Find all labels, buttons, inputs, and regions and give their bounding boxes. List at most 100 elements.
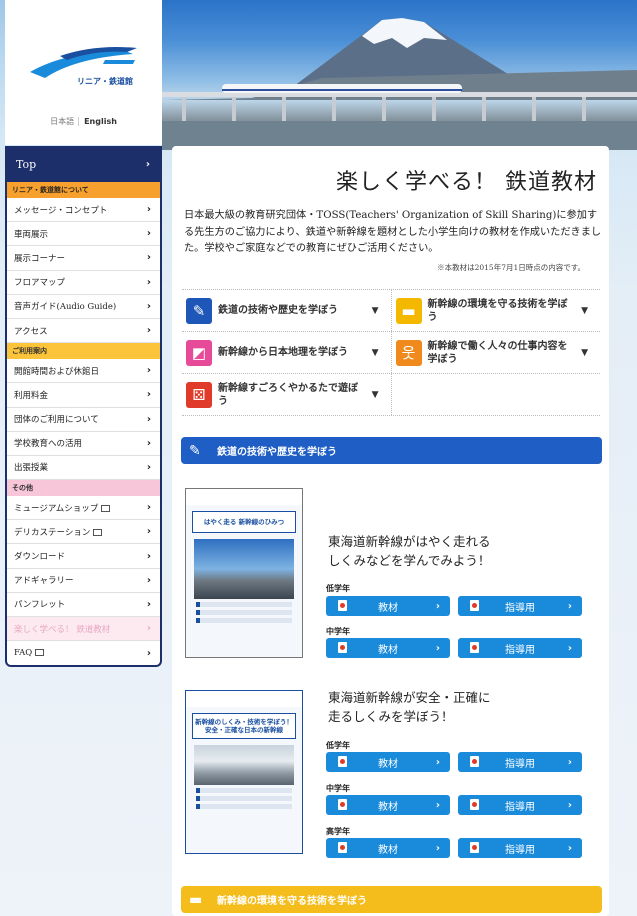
- topic-empty-cell: [390, 374, 601, 415]
- external-window-icon: [35, 649, 45, 657]
- nav-item-label: メッセージ・コンセプト: [14, 205, 108, 216]
- topic-menu: ✎ 鉄道の技術や歴史を学ぼう ▼ ▬ 新幹線の環境を守る技術を学ぼう ▼ ◩ 新…: [182, 289, 600, 416]
- nav-item-label: 学校教育への活用: [14, 439, 83, 450]
- grade-label: 高学年: [326, 827, 350, 836]
- nav-item[interactable]: 車両展示 ›: [7, 222, 160, 247]
- logo-text: リニア・鉄道館: [77, 77, 133, 86]
- description-line: 走るしくみを学ぼう！: [328, 709, 454, 724]
- button-label: 指導用: [505, 758, 535, 770]
- grade-label: 低学年: [326, 741, 350, 750]
- map-icon: ◩: [186, 339, 212, 366]
- nav-heading-other: その他: [7, 480, 160, 497]
- pdf-icon: [470, 756, 479, 767]
- material-pdf-button[interactable]: 教材 ›: [326, 795, 450, 815]
- guide-pdf-button[interactable]: 指導用 ›: [458, 752, 582, 772]
- nav-item[interactable]: FAQ ›: [7, 641, 160, 665]
- button-label: 教材: [378, 644, 398, 656]
- nav-item-label: 団体のご利用について: [14, 415, 99, 426]
- nav-item-label: 出張授業: [14, 463, 49, 474]
- chevron-right-icon: ›: [146, 502, 151, 514]
- nav-item[interactable]: 出張授業 ›: [7, 456, 160, 481]
- nav-item[interactable]: 利用料金 ›: [7, 383, 160, 408]
- nav-item[interactable]: 学校教育への活用 ›: [7, 432, 160, 456]
- dice-icon: ⚄: [186, 381, 212, 408]
- material-pdf-button[interactable]: 教材 ›: [326, 752, 450, 772]
- material-pdf-button[interactable]: 教材 ›: [326, 638, 450, 658]
- guide-pdf-button[interactable]: 指導用 ›: [458, 596, 582, 616]
- grade-label: 低学年: [326, 584, 350, 593]
- nav-item[interactable]: ミュージアムショップ ›: [7, 496, 160, 521]
- grade-label: 中学年: [326, 627, 350, 636]
- pdf-icon: [470, 600, 479, 611]
- material-thumbnail[interactable]: 新幹線のしくみ・技術を学ぼう！ 安全・正確な日本の新幹線: [185, 690, 303, 854]
- nav-heading-guide: ご利用案内: [7, 343, 160, 360]
- nav-top-label: Top: [16, 157, 37, 171]
- chevron-right-icon: ›: [146, 623, 151, 635]
- thumbnail-title: はやく走る 新幹線のひみつ: [192, 511, 296, 533]
- chevron-right-icon: ›: [567, 842, 572, 854]
- nav-top-link[interactable]: Top ›: [7, 146, 160, 182]
- pdf-icon: [338, 600, 347, 611]
- topic-label: 新幹線すごろくやかるたで遊ぼう: [218, 382, 358, 407]
- chevron-right-icon: ›: [146, 365, 151, 377]
- section-title: 鉄道の技術や歴史を学ぼう: [217, 447, 337, 458]
- nav-item-current[interactable]: 楽しく学べる！ 鉄道教材 ›: [7, 617, 160, 642]
- side-navigation: Top › リニア・鉄道館について メッセージ・コンセプト › 車両展示 › 展示コー…: [5, 146, 162, 668]
- material-pdf-button[interactable]: 教材 ›: [326, 596, 450, 616]
- material-thumbnail[interactable]: はやく走る 新幹線のひみつ: [185, 488, 303, 658]
- nav-item[interactable]: デリカステーション ›: [7, 520, 160, 545]
- thumbnail-header: [186, 489, 302, 505]
- material-pdf-button[interactable]: 教材 ›: [326, 838, 450, 858]
- guide-pdf-button[interactable]: 指導用 ›: [458, 795, 582, 815]
- button-label: 指導用: [505, 602, 535, 614]
- nav-item[interactable]: メッセージ・コンセプト ›: [7, 198, 160, 223]
- lang-english-link[interactable]: English: [78, 117, 117, 126]
- chevron-right-icon: ›: [146, 228, 151, 240]
- nav-item[interactable]: 開館時間および休館日 ›: [7, 359, 160, 384]
- nav-item[interactable]: アドギャラリー ›: [7, 569, 160, 593]
- intro-text: 日本最大級の教育研究団体・TOSS(Teachers' Organization…: [184, 210, 602, 254]
- nav-item-label: アドギャラリー: [14, 576, 74, 587]
- nav-item[interactable]: 音声ガイド(Audio Guide) ›: [7, 295, 160, 319]
- button-label: 指導用: [505, 801, 535, 813]
- external-window-icon: [101, 504, 111, 512]
- button-label: 指導用: [505, 644, 535, 656]
- thumbnail-line: [196, 618, 292, 623]
- nav-item[interactable]: アクセス ›: [7, 319, 160, 344]
- chevron-down-icon: ▼: [581, 347, 588, 358]
- chevron-right-icon: ›: [145, 158, 150, 170]
- pdf-icon: [338, 642, 347, 653]
- guide-pdf-button[interactable]: 指導用 ›: [458, 638, 582, 658]
- nav-item[interactable]: パンフレット ›: [7, 593, 160, 617]
- description-line: 東海道新幹線がはやく走れる: [328, 534, 491, 549]
- nav-item[interactable]: ダウンロード ›: [7, 544, 160, 569]
- language-switch: 日本語 English: [5, 116, 162, 127]
- topic-link-geo[interactable]: ◩ 新幹線から日本地理を学ぼう ▼: [182, 332, 391, 373]
- nav-item[interactable]: 団体のご利用について ›: [7, 408, 160, 432]
- topic-link-work[interactable]: 웃 新幹線で働く人々の仕事内容を学ぼう ▼: [390, 332, 601, 373]
- topic-link-game[interactable]: ⚄ 新幹線すごろくやかるたで遊ぼう ▼: [182, 374, 391, 415]
- chevron-down-icon: ▼: [581, 305, 588, 316]
- nav-item[interactable]: フロアマップ ›: [7, 271, 160, 295]
- thumbnail-photo: [194, 539, 294, 599]
- chevron-right-icon: ›: [435, 842, 440, 854]
- topic-label: 鉄道の技術や歴史を学ぼう: [218, 305, 338, 316]
- page-title: 楽しく学べる！ 鉄道教材: [336, 170, 597, 195]
- chevron-right-icon: ›: [146, 300, 151, 312]
- guide-pdf-button[interactable]: 指導用 ›: [458, 838, 582, 858]
- chevron-right-icon: ›: [146, 550, 151, 562]
- nav-item[interactable]: 展示コーナー ›: [7, 246, 160, 271]
- topic-link-tech[interactable]: ✎ 鉄道の技術や歴史を学ぼう ▼: [182, 290, 391, 331]
- nav-item-label-wrap: FAQ: [14, 648, 45, 658]
- button-label: 教材: [378, 801, 398, 813]
- lang-japanese-link[interactable]: 日本語: [50, 117, 74, 126]
- chevron-right-icon: ›: [146, 204, 151, 216]
- chevron-right-icon: ›: [146, 437, 151, 449]
- grade-label: 中学年: [326, 784, 350, 793]
- chevron-right-icon: ›: [146, 526, 151, 538]
- topic-link-env[interactable]: ▬ 新幹線の環境を守る技術を学ぼう ▼: [390, 290, 601, 331]
- chevron-right-icon: ›: [146, 598, 151, 610]
- date-note: ※本教材は2015年7月1日時点の内容です。: [437, 263, 585, 272]
- pencil-icon: ✎: [186, 297, 212, 324]
- nav-item-label: ダウンロード: [14, 552, 66, 563]
